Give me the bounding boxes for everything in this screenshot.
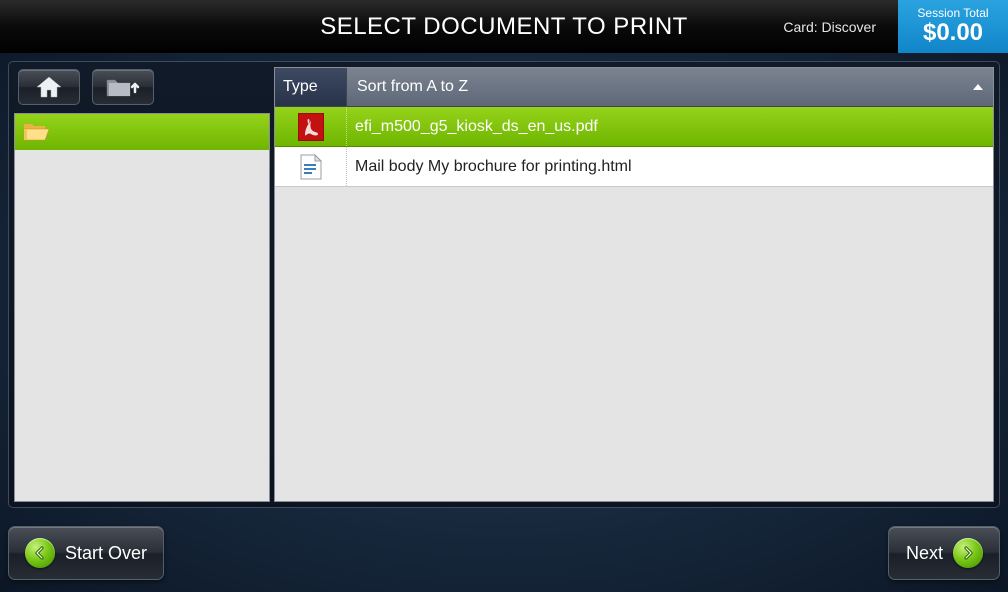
folder-tree[interactable]: [14, 113, 270, 502]
sidebar: [14, 67, 270, 502]
file-list: efi_m500_g5_kiosk_ds_en_us.pdf Mail body…: [275, 107, 993, 501]
folder-up-icon: [106, 76, 140, 98]
next-button[interactable]: Next: [888, 526, 1000, 580]
column-sort-label: Sort from A to Z: [357, 78, 468, 96]
arrow-left-icon: [25, 538, 55, 568]
sort-ascending-icon: [973, 84, 983, 90]
file-type-cell: [275, 147, 347, 186]
file-row[interactable]: efi_m500_g5_kiosk_ds_en_us.pdf: [275, 107, 993, 147]
folder-open-icon: [23, 121, 51, 143]
file-name: Mail body My brochure for printing.html: [347, 158, 993, 176]
file-row[interactable]: Mail body My brochure for printing.html: [275, 147, 993, 187]
home-button[interactable]: [18, 69, 80, 105]
folder-up-button[interactable]: [92, 69, 154, 105]
pdf-icon: [298, 113, 324, 141]
column-header: Type Sort from A to Z: [275, 68, 993, 107]
start-over-label: Start Over: [65, 543, 147, 564]
html-file-icon: [300, 154, 322, 180]
column-type-label: Type: [283, 78, 318, 96]
start-over-button[interactable]: Start Over: [8, 526, 164, 580]
content-frame: Type Sort from A to Z efi_m500_g5_kiosk_…: [8, 61, 1000, 508]
session-total-amount: $0.00: [898, 20, 1008, 46]
sidebar-toolbar: [14, 67, 270, 113]
header-right: Card: Discover Session Total $0.00: [761, 0, 1008, 53]
file-name: efi_m500_g5_kiosk_ds_en_us.pdf: [347, 118, 993, 136]
column-type-header[interactable]: Type: [275, 68, 347, 106]
session-total-label: Session Total: [898, 7, 1008, 20]
home-icon: [36, 76, 62, 98]
header-bar: SELECT DOCUMENT TO PRINT Card: Discover …: [0, 0, 1008, 53]
session-total-box: Session Total $0.00: [898, 0, 1008, 53]
next-label: Next: [906, 543, 943, 564]
card-label: Card: Discover: [761, 0, 898, 53]
footer-bar: Start Over Next: [8, 526, 1000, 584]
file-pane: Type Sort from A to Z efi_m500_g5_kiosk_…: [274, 67, 994, 502]
arrow-right-icon: [953, 538, 983, 568]
column-sort-header[interactable]: Sort from A to Z: [347, 68, 993, 106]
file-type-cell: [275, 107, 347, 146]
folder-row-current[interactable]: [15, 114, 269, 150]
